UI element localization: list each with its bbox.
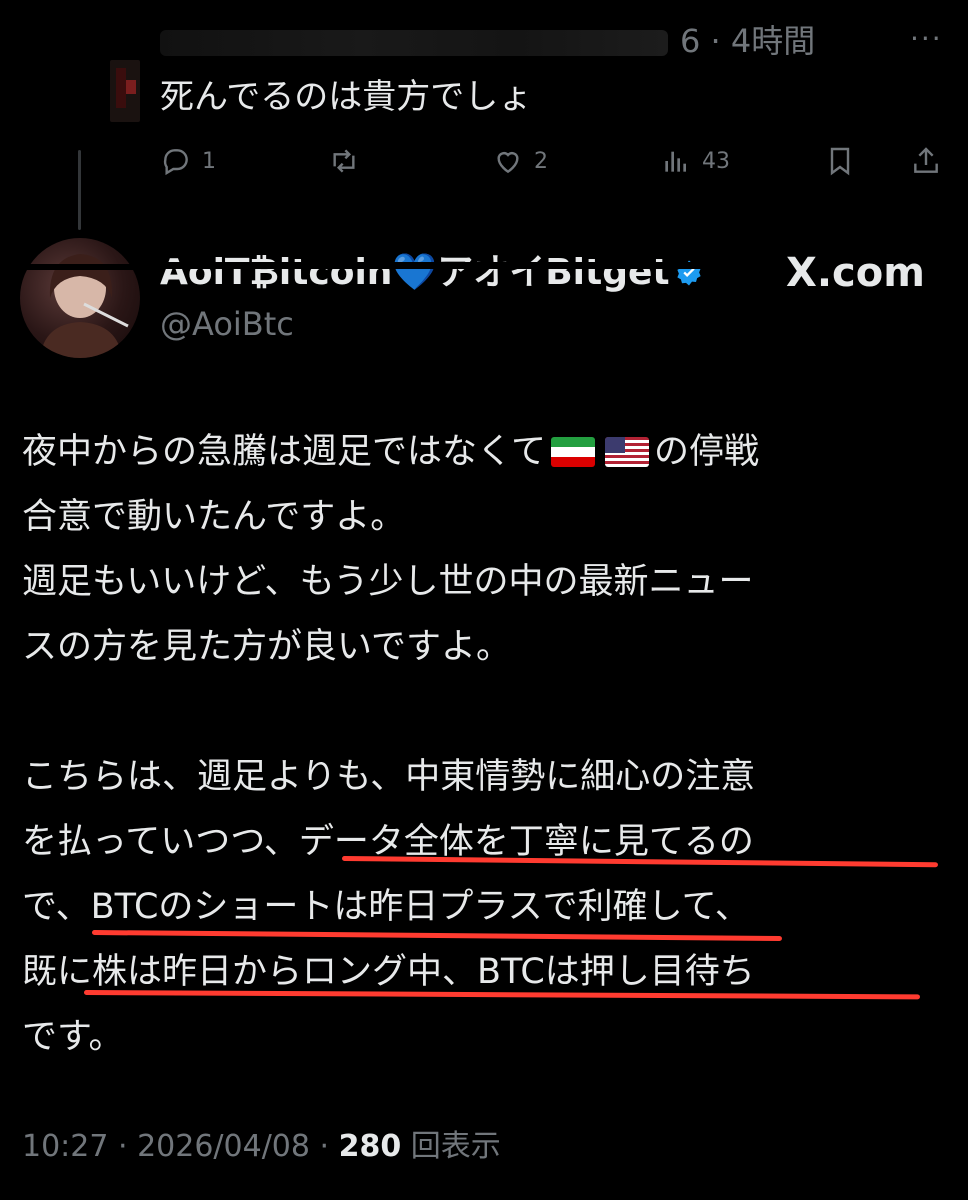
reply-text: 死んでるのは貴方でしょ [160, 77, 533, 117]
reply-button[interactable]: 1 [160, 136, 216, 186]
iran-flag-icon [550, 437, 595, 467]
body-line: スの方を見た方が良いですよ。 [22, 627, 511, 667]
author-display-name[interactable]: AoiT₿itcoin💙アオイBitget [160, 248, 704, 298]
redaction-bar [140, 262, 720, 269]
redaction-bar [20, 264, 140, 270]
body-line: 週足もいいけど、もう少し世の中の最新ニュー [22, 562, 754, 602]
tweet-body: 夜中からの急騰は週足ではなくて の停戦 合意で動いたんですよ。 週足もいいけど、も… [22, 420, 952, 1070]
repost-icon [333, 149, 355, 173]
views-count: 43 [702, 148, 730, 174]
body-line: です。 [22, 1017, 124, 1057]
views-icon [665, 151, 686, 172]
more-icon[interactable]: ··· [910, 22, 943, 55]
tweet-meta: 10:27 · 2026/04/08 · 280 回表示 [22, 1122, 501, 1172]
like-count: 2 [534, 148, 548, 174]
like-button[interactable]: 2 [492, 136, 548, 186]
tweet-timestamp[interactable]: 10:27 · 2026/04/08 · [22, 1129, 339, 1164]
reply-count: 1 [202, 148, 216, 174]
body-line-text: の停戦 [653, 432, 759, 472]
usa-flag-icon [604, 437, 649, 467]
source-watermark: X.com [786, 250, 925, 296]
reply-avatar[interactable] [110, 60, 140, 122]
reply-icon [163, 149, 188, 176]
reply-author-name-redacted [160, 18, 680, 64]
view-count: 280 [338, 1129, 402, 1164]
body-line: 夜中からの急騰は週足ではなくて の停戦 [22, 420, 952, 485]
reply-action-bar: 1 2 43 [160, 136, 950, 186]
author-handle[interactable]: @AoiBtc [160, 302, 294, 346]
thread-connector [78, 150, 81, 230]
bookmark-icon [830, 147, 850, 176]
body-line: 合意で動いたんですよ。 [22, 497, 406, 537]
share-button[interactable] [910, 136, 942, 186]
view-count-label: 回表示 [410, 1129, 501, 1164]
author-avatar[interactable] [20, 238, 140, 358]
reply-timestamp[interactable]: 6 · 4時間 [680, 18, 815, 64]
body-line-text: 夜中からの急騰は週足ではなくて [22, 432, 546, 472]
body-line: こちらは、週足よりも、中東情勢に細心の注意 [22, 757, 756, 797]
like-icon [497, 152, 519, 174]
share-icon [914, 147, 938, 173]
views-button[interactable]: 43 [660, 136, 730, 186]
bookmark-button[interactable] [824, 136, 856, 186]
repost-button[interactable] [328, 136, 370, 186]
